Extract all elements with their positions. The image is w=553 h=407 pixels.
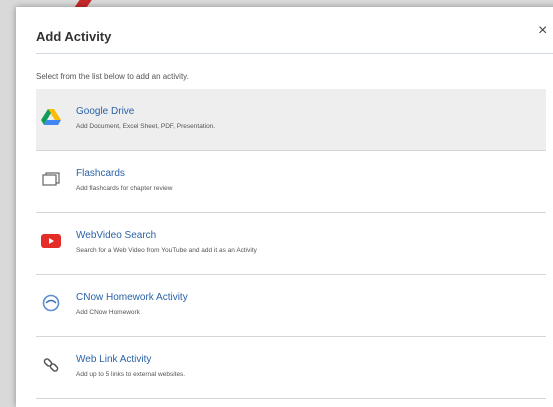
instruction-text: Select from the list below to add an act… bbox=[36, 72, 189, 81]
activity-item-webvideo-search[interactable]: WebVideo Search Search for a Web Video f… bbox=[36, 213, 546, 275]
google-drive-icon bbox=[41, 109, 61, 125]
activity-name[interactable]: Web Link Activity bbox=[76, 354, 151, 365]
activity-description: Add CNow Homework bbox=[76, 309, 140, 316]
activity-name[interactable]: CNow Homework Activity bbox=[76, 292, 188, 303]
activity-description: Add flashcards for chapter review bbox=[76, 185, 173, 192]
activity-description: Add Document, Excel Sheet, PDF, Presenta… bbox=[76, 123, 216, 130]
activity-item-cnow-homework[interactable]: CNow Homework Activity Add CNow Homework bbox=[36, 275, 546, 337]
title-divider bbox=[36, 53, 553, 54]
activity-name[interactable]: Flashcards bbox=[76, 168, 125, 179]
dialog-title: Add Activity bbox=[36, 29, 112, 44]
activity-description: Search for a Web Video from YouTube and … bbox=[76, 247, 257, 254]
activity-list: Google Drive Add Document, Excel Sheet, … bbox=[36, 89, 546, 399]
cnow-icon bbox=[41, 294, 61, 312]
activity-item-web-link[interactable]: Web Link Activity Add up to 5 links to e… bbox=[36, 337, 546, 399]
youtube-icon bbox=[41, 233, 61, 249]
activity-description: Add up to 5 links to external websites. bbox=[76, 371, 186, 378]
activity-name[interactable]: WebVideo Search bbox=[76, 230, 156, 241]
activity-name[interactable]: Google Drive bbox=[76, 106, 134, 117]
close-icon[interactable]: × bbox=[538, 23, 547, 39]
activity-item-flashcards[interactable]: Flashcards Add flashcards for chapter re… bbox=[36, 151, 546, 213]
link-icon bbox=[41, 357, 61, 373]
flashcards-icon bbox=[41, 171, 61, 187]
activity-item-google-drive[interactable]: Google Drive Add Document, Excel Sheet, … bbox=[36, 89, 546, 151]
add-activity-dialog: Add Activity × Select from the list belo… bbox=[16, 7, 553, 407]
